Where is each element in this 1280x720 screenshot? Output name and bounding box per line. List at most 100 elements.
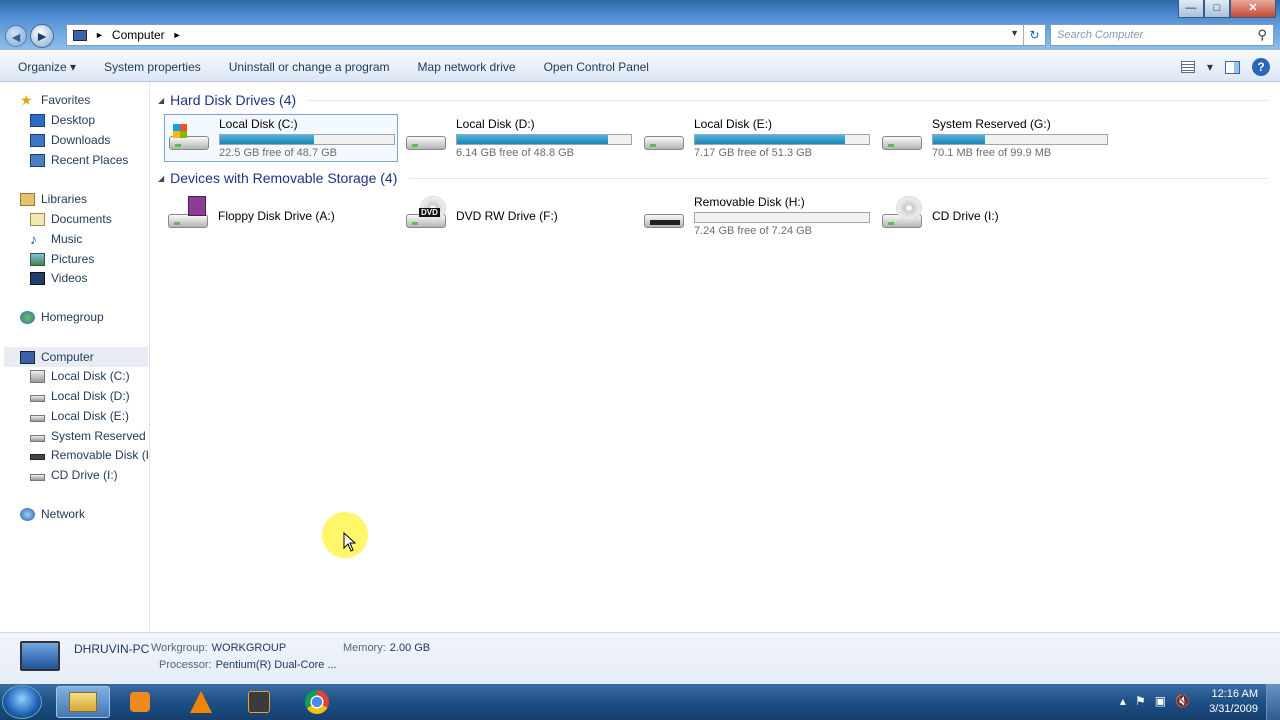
computer-icon (73, 29, 87, 41)
taskbar-explorer[interactable] (56, 686, 110, 718)
search-icon[interactable]: ⚲ (1257, 27, 1267, 43)
back-button[interactable]: ◄ (5, 25, 27, 47)
breadcrumb-computer[interactable]: Computer (112, 28, 165, 42)
drive-tile-c[interactable]: Local Disk (C:) 22.5 GB free of 48.7 GB (164, 114, 398, 162)
cd-drive-icon (30, 473, 45, 481)
dvd-badge: DVD (419, 208, 440, 217)
computer-large-icon (20, 641, 60, 671)
maximize-button[interactable]: □ (1204, 0, 1230, 18)
nav-system-reserved-g[interactable]: System Reserved (G:) (30, 429, 148, 443)
mouse-pointer-icon (343, 532, 357, 552)
network-tray-icon[interactable]: ▣ (1155, 694, 1166, 708)
help-icon[interactable]: ? (1252, 58, 1270, 76)
windows-drive-icon (30, 369, 45, 383)
collapse-triangle-icon[interactable]: ◢ (158, 96, 164, 105)
group-header-removable-storage[interactable]: ◢ Devices with Removable Storage (4) (158, 170, 1268, 186)
preview-pane-icon[interactable] (1225, 60, 1240, 74)
drive-tile-i[interactable]: CD Drive (I:) (878, 192, 1112, 240)
organize-button[interactable]: Organize ▾ (0, 60, 90, 74)
taskbar-chrome[interactable] (290, 686, 344, 718)
nav-pictures[interactable]: Pictures (30, 252, 94, 266)
nav-local-disk-d[interactable]: Local Disk (D:) (30, 389, 148, 403)
start-button[interactable] (2, 685, 42, 719)
sublime-icon (248, 691, 270, 713)
nav-local-disk-e[interactable]: Local Disk (E:) (30, 409, 148, 423)
nav-music[interactable]: ♪ Music (30, 232, 82, 246)
desktop-icon (30, 113, 45, 127)
change-view-icon[interactable] (1180, 61, 1195, 73)
taskbar-sublime[interactable] (232, 686, 286, 718)
vlc-icon (190, 691, 212, 713)
title-bar: — □ ✕ ◄ ► ► Computer ► ▼ ↻ Search Comput… (0, 0, 1280, 50)
nav-removable-disk-h[interactable]: Removable Disk (H:) (30, 448, 148, 462)
address-bar[interactable]: ► Computer ► ▼ ↻ (66, 24, 1046, 46)
free-space-text: 6.14 GB free of 48.8 GB (456, 147, 575, 159)
free-space-text: 7.24 GB free of 7.24 GB (694, 225, 813, 237)
group-divider (308, 99, 1268, 101)
taskbar-vlc[interactable] (174, 686, 228, 718)
clock-date: 3/31/2009 (1209, 703, 1258, 715)
hard-drive-icon (30, 434, 45, 442)
taskbar-media-player[interactable] (113, 686, 167, 718)
details-pane: DHRUVIN-PC Workgroup: WORKGROUP Memory: 2.… (0, 632, 1280, 684)
show-desktop-button[interactable] (1266, 684, 1280, 720)
pictures-icon (30, 252, 45, 266)
nav-homegroup[interactable]: Homegroup (20, 310, 104, 324)
drive-name: System Reserved (G:) (932, 117, 1051, 131)
nav-local-disk-c[interactable]: Local Disk (C:) (30, 369, 148, 383)
drive-tile-e[interactable]: Local Disk (E:) 7.17 GB free of 51.3 GB (640, 114, 874, 162)
uninstall-program-button[interactable]: Uninstall or change a program (215, 60, 404, 74)
hard-drive-icon (880, 118, 926, 158)
refresh-icon[interactable]: ↻ (1023, 25, 1045, 45)
drive-tile-h[interactable]: Removable Disk (H:) 7.24 GB free of 7.24… (640, 192, 874, 240)
show-hidden-icons-icon[interactable]: ▴ (1120, 694, 1126, 708)
group-title: Devices with Removable Storage (4) (170, 170, 398, 186)
minimize-button[interactable]: — (1178, 0, 1204, 18)
drive-name: Removable Disk (H:) (694, 195, 805, 209)
drive-name: DVD RW Drive (F:) (456, 209, 558, 223)
group-title: Hard Disk Drives (4) (170, 92, 297, 108)
nav-videos[interactable]: Videos (30, 271, 87, 285)
taskbar: ▴ ⚑ ▣ 🔇 12:16 AM 3/31/2009 (0, 684, 1280, 720)
nav-network[interactable]: Network (20, 507, 85, 521)
nav-libraries[interactable]: Libraries (20, 192, 87, 206)
drive-tile-a[interactable]: Floppy Disk Drive (A:) (164, 192, 398, 240)
collapse-triangle-icon[interactable]: ◢ (158, 174, 164, 183)
drive-tile-g[interactable]: System Reserved (G:) 70.1 MB free of 99.… (878, 114, 1112, 162)
usage-bar (219, 134, 395, 145)
recent-places-icon (30, 153, 45, 167)
clock[interactable]: 12:16 AM 3/31/2009 (1209, 687, 1258, 717)
close-button[interactable]: ✕ (1230, 0, 1276, 18)
star-icon: ★ (20, 93, 33, 107)
cd-drive-icon (880, 196, 926, 236)
action-center-flag-icon[interactable]: ⚑ (1135, 694, 1146, 708)
nav-documents[interactable]: Documents (30, 212, 112, 226)
address-dropdown-icon[interactable]: ▼ (1010, 28, 1019, 38)
usage-bar (932, 134, 1108, 145)
nav-computer[interactable]: Computer (4, 347, 148, 367)
volume-muted-icon[interactable]: 🔇 (1175, 694, 1190, 708)
drive-tile-d[interactable]: Local Disk (D:) 6.14 GB free of 48.8 GB (402, 114, 636, 162)
nav-desktop[interactable]: Desktop (30, 113, 95, 127)
workgroup-label: Workgroup: (151, 642, 208, 654)
drive-tile-f[interactable]: DVD DVD RW Drive (F:) (402, 192, 636, 240)
nav-recent-places[interactable]: Recent Places (30, 153, 128, 167)
search-input[interactable]: Search Computer ⚲ (1050, 24, 1274, 46)
nav-removable-disk-h-label: Removable Disk (H:) (51, 448, 148, 462)
open-control-panel-button[interactable]: Open Control Panel (530, 60, 663, 74)
memory-value: 2.00 GB (389, 642, 431, 654)
nav-cd-drive-i[interactable]: CD Drive (I:) (30, 468, 148, 482)
computer-icon (20, 350, 35, 364)
group-header-hard-disk-drives[interactable]: ◢ Hard Disk Drives (4) (158, 92, 1268, 108)
drive-name: Local Disk (E:) (694, 117, 773, 131)
view-dropdown-icon[interactable]: ▾ (1207, 60, 1213, 74)
forward-button[interactable]: ► (30, 24, 54, 48)
free-space-text: 22.5 GB free of 48.7 GB (219, 147, 338, 159)
map-network-drive-button[interactable]: Map network drive (404, 60, 530, 74)
nav-favorites[interactable]: ★ Favorites (20, 93, 90, 107)
nav-network-label: Network (41, 507, 86, 521)
breadcrumb-separator[interactable]: ► (95, 30, 104, 40)
breadcrumb-separator[interactable]: ► (173, 30, 182, 40)
system-properties-button[interactable]: System properties (90, 60, 215, 74)
nav-downloads[interactable]: Downloads (30, 133, 110, 147)
